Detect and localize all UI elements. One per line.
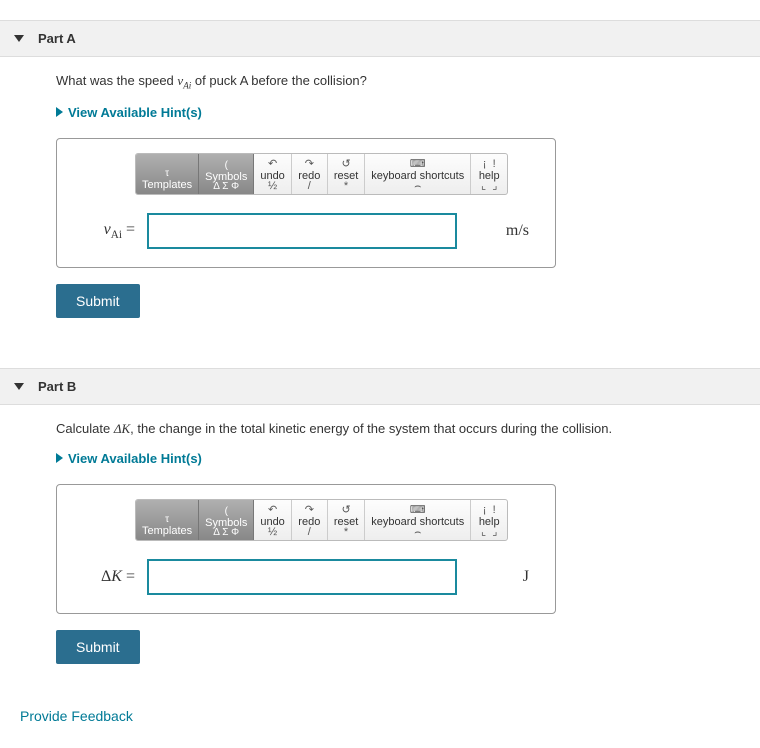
reset-icon: ↺ <box>334 506 358 515</box>
answer-units: m/s <box>506 222 529 240</box>
undo-icon: ↶ <box>260 160 284 169</box>
fraction-icon: τ <box>142 169 192 178</box>
question-text: What was the speed <box>56 73 177 88</box>
equation-toolbar: τTemplates (SymbolsΔ Σ Φ ↶undo½ ↷redo/ ↺… <box>135 499 508 541</box>
fraction-icon: τ <box>142 515 192 524</box>
caret-down-icon <box>14 35 24 42</box>
help-icon: ¡ ! <box>477 160 501 169</box>
help-icon: ¡ ! <box>477 506 501 515</box>
asterisk-icon: * <box>334 182 358 191</box>
hints-label: View Available Hint(s) <box>68 451 202 466</box>
part-a-title: Part A <box>38 31 76 46</box>
brackets-icon: ⌞ ⌟ <box>477 528 501 537</box>
symbols-button[interactable]: (SymbolsΔ Σ Φ <box>199 154 254 194</box>
view-hints-link[interactable]: View Available Hint(s) <box>56 451 202 466</box>
slash-icon: / <box>298 182 321 191</box>
keyboard-icon: ⌨ <box>371 506 464 515</box>
keyboard-button[interactable]: ⌨keyboard shortcuts⌢ <box>365 154 471 194</box>
view-hints-link[interactable]: View Available Hint(s) <box>56 105 202 120</box>
subscript-icon: ½ <box>260 528 284 537</box>
reset-button[interactable]: ↺reset* <box>328 500 365 540</box>
question-text: Calculate <box>56 421 114 436</box>
answer-lhs: ΔK = <box>75 568 135 586</box>
redo-icon: ↷ <box>298 506 321 515</box>
subscript-icon: ½ <box>260 182 284 191</box>
greek-icon: Δ Σ Φ <box>205 528 247 537</box>
part-a-header[interactable]: Part A <box>0 20 760 57</box>
redo-icon: ↷ <box>298 160 321 169</box>
submit-button[interactable]: Submit <box>56 630 140 664</box>
question-text: , the change in the total kinetic energy… <box>130 421 612 436</box>
answer-row: ΔK = J <box>75 559 537 595</box>
answer-row: vAi = m/s <box>75 213 537 249</box>
help-button[interactable]: ¡ !help⌞ ⌟ <box>471 154 507 194</box>
reset-icon: ↺ <box>334 160 358 169</box>
question-variable: ΔK <box>114 421 130 436</box>
greek-icon: Δ Σ Φ <box>205 182 247 191</box>
caret-right-icon <box>56 453 63 463</box>
part-b-title: Part B <box>38 379 76 394</box>
brackets-icon: ⌞ ⌟ <box>477 182 501 191</box>
answer-box: τTemplates (SymbolsΔ Σ Φ ↶undo½ ↷redo/ ↺… <box>56 138 556 268</box>
provide-feedback-link[interactable]: Provide Feedback <box>20 708 133 724</box>
keyboard-icon: ⌨ <box>371 160 464 169</box>
undo-icon: ↶ <box>260 506 284 515</box>
part-b-header[interactable]: Part B <box>0 368 760 405</box>
templates-button[interactable]: τTemplates <box>136 154 199 194</box>
equation-toolbar: τTemplates (SymbolsΔ Σ Φ ↶undo½ ↷redo/ ↺… <box>135 153 508 195</box>
part-a-question: What was the speed vAi of puck A before … <box>56 73 746 91</box>
answer-units: J <box>523 568 529 586</box>
answer-input[interactable] <box>147 559 457 595</box>
undo-button[interactable]: ↶undo½ <box>254 500 291 540</box>
symbols-button[interactable]: (SymbolsΔ Σ Φ <box>199 500 254 540</box>
templates-label: Templates <box>142 179 192 191</box>
symbols-icon: ( <box>205 161 247 170</box>
slash-icon: / <box>298 528 321 537</box>
undo-button[interactable]: ↶undo½ <box>254 154 291 194</box>
answer-lhs: vAi = <box>75 221 135 241</box>
redo-button[interactable]: ↷redo/ <box>292 154 328 194</box>
submit-button[interactable]: Submit <box>56 284 140 318</box>
answer-box: τTemplates (SymbolsΔ Σ Φ ↶undo½ ↷redo/ ↺… <box>56 484 556 614</box>
reset-button[interactable]: ↺reset* <box>328 154 365 194</box>
keyboard-button[interactable]: ⌨keyboard shortcuts⌢ <box>365 500 471 540</box>
part-a-body: What was the speed vAi of puck A before … <box>0 57 760 338</box>
question-variable: vAi <box>177 73 191 88</box>
help-button[interactable]: ¡ !help⌞ ⌟ <box>471 500 507 540</box>
caret-down-icon <box>14 383 24 390</box>
arc-icon: ⌢ <box>371 182 464 191</box>
part-b-body: Calculate ΔK, the change in the total ki… <box>0 405 760 684</box>
templates-button[interactable]: τTemplates <box>136 500 199 540</box>
part-b-question: Calculate ΔK, the change in the total ki… <box>56 421 746 437</box>
redo-button[interactable]: ↷redo/ <box>292 500 328 540</box>
symbols-icon: ( <box>205 507 247 516</box>
templates-label: Templates <box>142 525 192 537</box>
hints-label: View Available Hint(s) <box>68 105 202 120</box>
asterisk-icon: * <box>334 528 358 537</box>
answer-input[interactable] <box>147 213 457 249</box>
caret-right-icon <box>56 107 63 117</box>
arc-icon: ⌢ <box>371 528 464 537</box>
question-text: of puck A before the collision? <box>191 73 367 88</box>
